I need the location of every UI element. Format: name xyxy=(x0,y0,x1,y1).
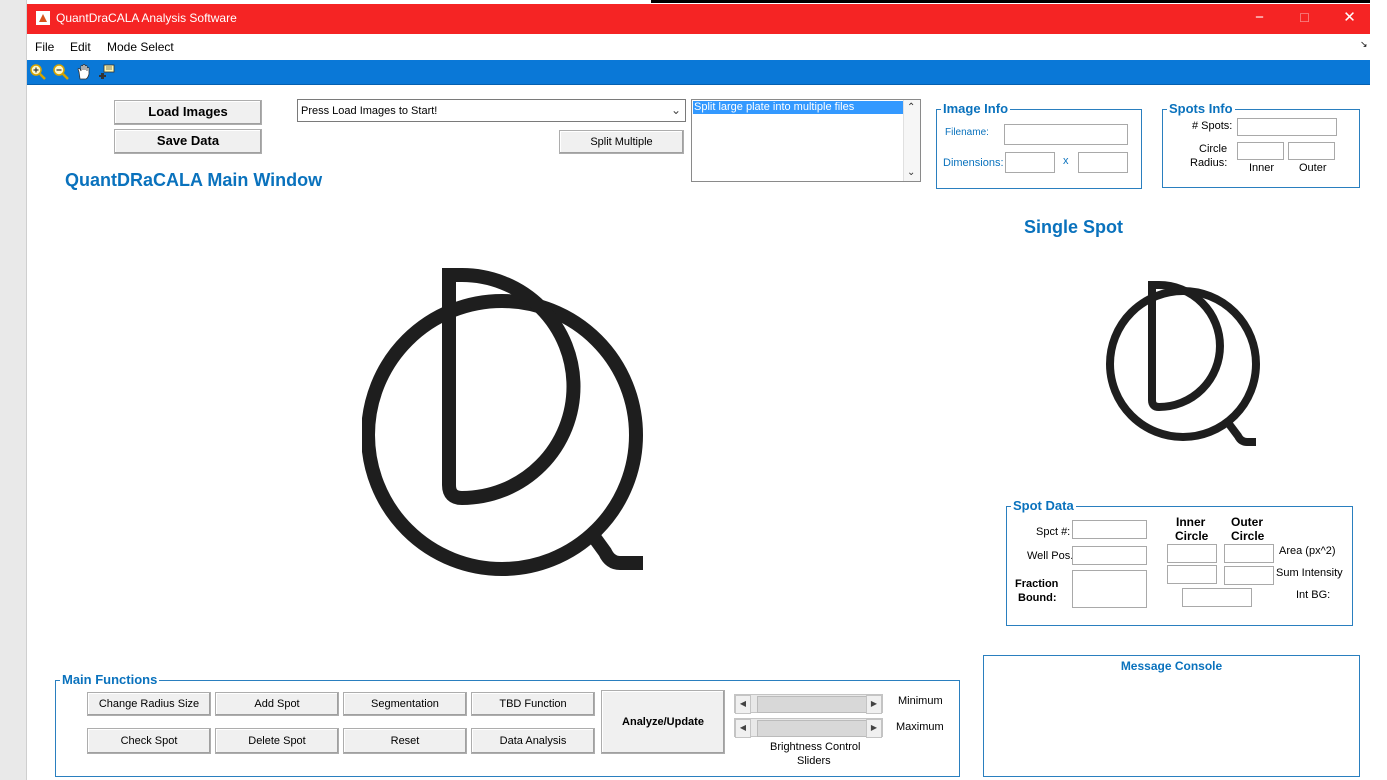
inner-area-field[interactable] xyxy=(1167,544,1217,563)
message-console-title: Message Console xyxy=(1120,659,1223,673)
split-multiple-button[interactable]: Split Multiple xyxy=(559,130,684,154)
menu-file[interactable]: File xyxy=(35,40,54,54)
add-spot-button[interactable]: Add Spot xyxy=(215,692,339,716)
pan-hand-icon[interactable] xyxy=(75,63,93,81)
fraction-bound-label-2: Bound: xyxy=(1018,592,1057,604)
minimum-brightness-slider[interactable]: ◀ ▶ xyxy=(734,694,883,714)
fraction-bound-field[interactable] xyxy=(1072,570,1147,608)
single-spot-title: Single Spot xyxy=(1024,217,1123,237)
load-images-button[interactable]: Load Images xyxy=(114,100,262,125)
analyze-update-button[interactable]: Analyze/Update xyxy=(601,690,725,754)
slider-left-arrow-icon[interactable]: ◀ xyxy=(735,695,751,714)
circle-radius-label-1: Circle xyxy=(1199,143,1228,155)
outer-radius-field[interactable] xyxy=(1288,142,1335,160)
menu-mode-select[interactable]: Mode Select xyxy=(107,40,174,54)
outer-circle-header-2: Circle xyxy=(1231,529,1265,543)
maximize-button[interactable]: ☐ xyxy=(1282,4,1327,34)
inner-radius-label: Inner xyxy=(1249,162,1275,174)
matlab-app-icon xyxy=(36,11,50,25)
scroll-up-icon[interactable]: ⌃ xyxy=(907,102,915,113)
slider-thumb[interactable] xyxy=(757,720,869,737)
single-spot-axes[interactable] xyxy=(1102,278,1262,448)
listbox-scrollbar[interactable]: ⌃ ⌄ xyxy=(903,100,920,181)
close-button[interactable]: ✕ xyxy=(1327,4,1372,34)
main-window-title: QuantDRaCALA Main Window xyxy=(65,170,323,190)
image-select-value: Press Load Images to Start! xyxy=(301,105,438,117)
change-radius-size-button[interactable]: Change Radius Size xyxy=(87,692,211,716)
spots-info-panel: Spots Info # Spots: Circle Radius: Inner… xyxy=(1162,102,1360,188)
menu-bar: File Edit Mode Select ↘ xyxy=(27,34,1370,60)
figure-toolbar xyxy=(27,60,1370,85)
outer-radius-label: Outer xyxy=(1299,162,1327,174)
menu-overflow-icon[interactable]: ↘ xyxy=(1360,39,1368,50)
brightness-control-label-2: Sliders xyxy=(797,755,831,767)
int-bg-label: Int BG: xyxy=(1296,589,1331,601)
scroll-down-icon[interactable]: ⌄ xyxy=(907,167,915,178)
main-image-axes[interactable] xyxy=(361,265,652,580)
drq-logo-spot xyxy=(1106,281,1260,446)
dimension-separator: x xyxy=(1063,155,1069,167)
list-item[interactable]: Split large plate into multiple files xyxy=(693,101,905,114)
desktop-background-strip xyxy=(651,0,1370,3)
segmentation-button[interactable]: Segmentation xyxy=(343,692,467,716)
area-label: Area (px^2) xyxy=(1279,545,1336,557)
zoom-out-icon[interactable] xyxy=(52,63,70,81)
slider-right-arrow-icon[interactable]: ▶ xyxy=(866,719,882,738)
inner-circle-header-1: Inner xyxy=(1176,515,1206,529)
reset-button[interactable]: Reset xyxy=(343,728,467,754)
spots-info-title: Spots Info xyxy=(1167,101,1235,116)
delete-spot-button[interactable]: Delete Spot xyxy=(215,728,339,754)
inner-circle-header-2: Circle xyxy=(1175,529,1209,543)
window-title: QuantDraCALA Analysis Software xyxy=(56,11,237,25)
spot-data-title: Spot Data xyxy=(1011,498,1076,513)
slider-right-arrow-icon[interactable]: ▶ xyxy=(866,695,882,714)
check-spot-button[interactable]: Check Spot xyxy=(87,728,211,754)
tbd-function-button[interactable]: TBD Function xyxy=(471,692,595,716)
inner-sum-intensity-field[interactable] xyxy=(1167,565,1217,584)
desktop-background-right xyxy=(1370,0,1387,780)
image-info-title: Image Info xyxy=(941,101,1011,116)
spot-number-label: Spct #: xyxy=(1036,526,1071,538)
sum-intensity-label: Sum Intensity xyxy=(1276,567,1343,579)
slider-thumb[interactable] xyxy=(757,696,869,713)
maximum-brightness-slider[interactable]: ◀ ▶ xyxy=(734,718,883,738)
main-functions-title: Main Functions xyxy=(60,672,160,687)
image-info-panel: Image Info Filename: Dimensions: x xyxy=(936,102,1142,189)
int-bg-field[interactable] xyxy=(1182,588,1252,607)
drq-logo-main xyxy=(361,268,643,576)
dimensions-label: Dimensions: xyxy=(943,157,1004,169)
slider-left-arrow-icon[interactable]: ◀ xyxy=(735,719,751,738)
well-pos-label: Well Pos. xyxy=(1027,550,1074,562)
outer-circle-header-1: Outer xyxy=(1231,515,1264,529)
save-data-button[interactable]: Save Data xyxy=(114,129,262,154)
data-analysis-button[interactable]: Data Analysis xyxy=(471,728,595,754)
dimension-width-field[interactable] xyxy=(1005,152,1055,173)
spot-number-field[interactable] xyxy=(1072,520,1147,539)
data-cursor-icon[interactable] xyxy=(98,63,116,81)
brightness-control-label-1: Brightness Control xyxy=(770,741,861,753)
dimension-height-field[interactable] xyxy=(1078,152,1128,173)
spot-data-panel: Spot Data Spct #: Well Pos. Fraction Bou… xyxy=(1006,499,1353,626)
circle-radius-label-2: Radius: xyxy=(1190,157,1228,169)
filename-field[interactable] xyxy=(1004,124,1128,145)
message-console-panel: Message Console xyxy=(983,655,1360,777)
num-spots-label: # Spots: xyxy=(1192,120,1233,132)
desktop-background-left xyxy=(0,0,27,780)
menu-edit[interactable]: Edit xyxy=(70,40,91,54)
minimize-button[interactable]: − xyxy=(1237,4,1282,34)
image-select-dropdown[interactable]: Press Load Images to Start! ⌄ xyxy=(297,99,686,122)
title-bar: QuantDraCALA Analysis Software − ☐ ✕ xyxy=(27,4,1370,34)
minimum-label: Minimum xyxy=(898,695,943,707)
outer-sum-intensity-field[interactable] xyxy=(1224,566,1274,585)
filename-label: Filename: xyxy=(945,127,989,138)
split-options-listbox[interactable]: Split large plate into multiple files ⌃ … xyxy=(691,99,921,182)
fraction-bound-label-1: Fraction xyxy=(1015,578,1059,590)
outer-area-field[interactable] xyxy=(1224,544,1274,563)
maximum-label: Maximum xyxy=(896,721,944,733)
zoom-in-icon[interactable] xyxy=(29,63,47,81)
well-pos-field[interactable] xyxy=(1072,546,1147,565)
inner-radius-field[interactable] xyxy=(1237,142,1284,160)
num-spots-field[interactable] xyxy=(1237,118,1337,136)
chevron-down-icon: ⌄ xyxy=(670,103,681,117)
